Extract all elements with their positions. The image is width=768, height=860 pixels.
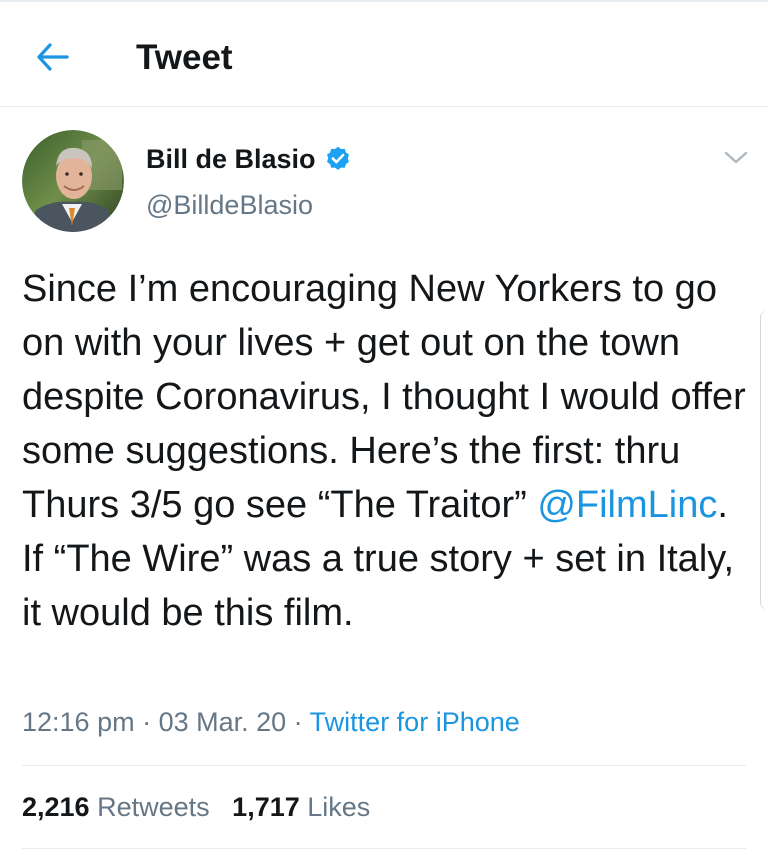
tweet-meta: 12:16 pm · 03 Mar. 20 · Twitter for iPho… <box>22 705 520 739</box>
avatar[interactable] <box>22 130 124 232</box>
likes-stat[interactable]: 1,717 Likes <box>232 792 370 822</box>
engagement-stats: 2,216 Retweets 1,717 Likes <box>22 790 370 824</box>
arrow-left-icon <box>37 43 69 71</box>
retweets-count: 2,216 <box>22 792 90 822</box>
verified-badge-icon <box>326 146 349 170</box>
tweet-detail-screen: Tweet Bill de Blasio @BilldeBlasio Since… <box>0 0 768 860</box>
author-handle[interactable]: @BilldeBlasio <box>146 188 313 222</box>
header-bar: Tweet <box>0 2 768 107</box>
page-title: Tweet <box>136 38 233 77</box>
tweet-time: 12:16 pm <box>22 707 135 737</box>
tweet-source-link[interactable]: Twitter for iPhone <box>310 707 520 737</box>
retweets-stat[interactable]: 2,216 Retweets <box>22 792 210 822</box>
mention-link[interactable]: @FilmLinc <box>537 484 717 526</box>
divider <box>22 765 746 766</box>
divider <box>22 848 746 849</box>
likes-count: 1,717 <box>232 792 300 822</box>
tweet-date: 03 Mar. 20 <box>158 707 287 737</box>
avatar-image <box>22 130 124 232</box>
tweet-text: Since I’m encouraging New Yorkers to go … <box>22 262 750 640</box>
meta-separator: · <box>286 707 310 737</box>
retweets-label: Retweets <box>97 792 210 822</box>
scroll-edge <box>760 310 768 610</box>
author-name-row: Bill de Blasio <box>146 143 352 175</box>
back-button[interactable] <box>28 32 78 82</box>
chevron-down-icon[interactable] <box>722 148 750 168</box>
display-name[interactable]: Bill de Blasio <box>146 143 316 175</box>
likes-label: Likes <box>307 792 371 822</box>
meta-separator: · <box>134 707 159 737</box>
